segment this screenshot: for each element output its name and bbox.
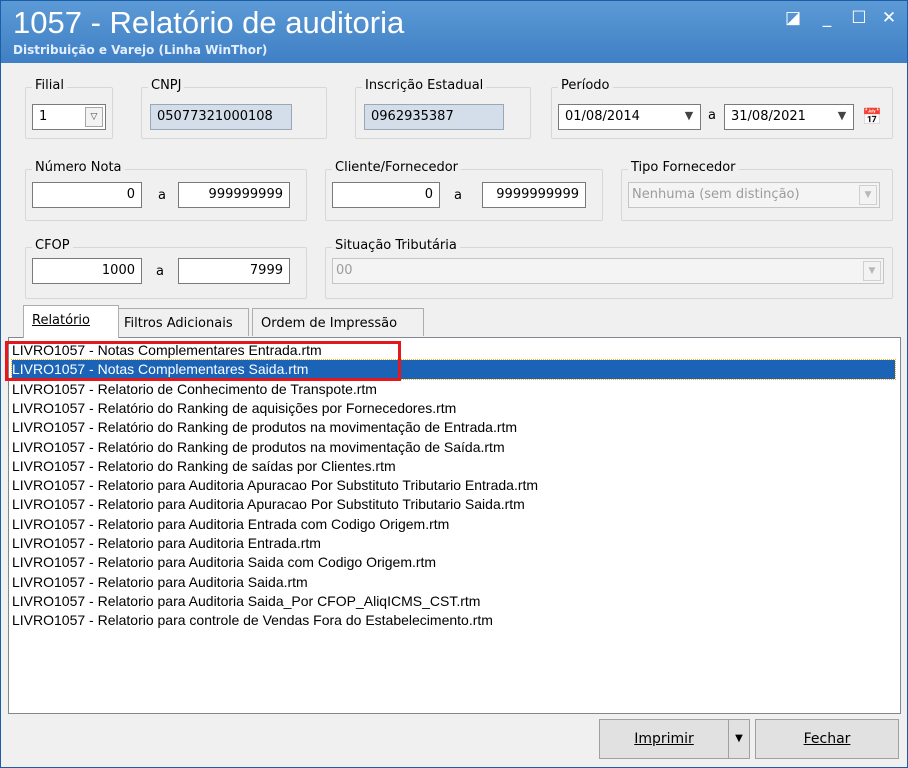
cfop-to[interactable]: 7999 (178, 258, 290, 284)
tab-relatorio-label: Relatório (32, 313, 90, 328)
cnpj-group: CNPJ 05077321000108 (141, 78, 327, 139)
periodo-end-value: 31/08/2021 (731, 109, 806, 124)
numero-nota-sep: a (158, 188, 166, 203)
filial-label: Filial (32, 78, 67, 93)
tab-filtros-label: Filtros Adicionais (124, 316, 233, 331)
tab-relatorio[interactable]: Relatório (23, 305, 119, 338)
close-button[interactable]: ✕ (877, 7, 901, 29)
report-list-item[interactable]: LIVRO1057 - Relatorio para Auditoria Apu… (12, 476, 538, 495)
periodo-sep: a (708, 108, 716, 123)
cnpj-field[interactable]: 05077321000108 (150, 104, 292, 130)
numero-nota-from[interactable]: 0 (32, 182, 142, 208)
chevron-down-icon[interactable]: ▼ (680, 107, 698, 127)
inscricao-group: Inscrição Estadual 0962935387 (355, 78, 531, 139)
tipo-fornecedor-label: Tipo Fornecedor (628, 160, 739, 175)
tipo-fornecedor-group: Tipo Fornecedor Nenhuma (sem distinção) … (621, 160, 893, 221)
imprimir-button[interactable]: Imprimir (599, 719, 729, 759)
filial-value: 1 (39, 109, 48, 124)
chevron-down-icon[interactable]: ▽ (85, 107, 103, 127)
situacao-tributaria-select[interactable]: 00 ▼ (332, 258, 884, 284)
situacao-tributaria-value: 00 (336, 263, 353, 278)
periodo-end-field[interactable]: 31/08/2021 ▼ (724, 104, 854, 130)
chevron-down-icon[interactable]: ▼ (859, 185, 877, 205)
report-list-item[interactable]: LIVRO1057 - Relatorio do Ranking de saíd… (12, 457, 396, 476)
tipo-fornecedor-value: Nenhuma (sem distinção) (632, 187, 800, 202)
tab-ordem-label: Ordem de Impressão (261, 316, 398, 331)
numero-nota-to[interactable]: 999999999 (178, 182, 290, 208)
report-list-item[interactable]: LIVRO1057 - Relatorio para controle de V… (12, 611, 493, 630)
numero-nota-group: Número Nota 0 a 999999999 (25, 160, 307, 221)
numero-nota-label: Número Nota (32, 160, 125, 175)
inscricao-label: Inscrição Estadual (362, 78, 487, 93)
cnpj-label: CNPJ (148, 78, 185, 93)
window-subtitle: Distribuição e Varejo (Linha WinThor) (13, 43, 268, 57)
title-bar[interactable]: 1057 - Relatório de auditoria Distribuiç… (1, 1, 907, 63)
inscricao-field[interactable]: 0962935387 (364, 104, 504, 130)
cfop-sep: a (156, 264, 164, 279)
minimize-button[interactable]: _ (815, 7, 839, 29)
restore-icon[interactable]: ◪ (781, 7, 805, 29)
periodo-label: Período (558, 78, 613, 93)
situacao-tributaria-group: Situação Tributária 00 ▼ (325, 238, 893, 299)
imprimir-label: Imprimir (634, 731, 694, 747)
report-listbox[interactable]: LIVRO1057 - Notas Complementares Entrada… (8, 337, 901, 714)
chevron-down-icon[interactable]: ▼ (833, 107, 851, 127)
report-list-item[interactable]: LIVRO1057 - Relatorio para Auditoria Ent… (12, 534, 321, 553)
chevron-down-icon[interactable]: ▼ (863, 261, 881, 281)
situacao-tributaria-label: Situação Tributária (332, 238, 460, 253)
report-list-item[interactable]: LIVRO1057 - Relatorio para Auditoria Sai… (12, 553, 436, 572)
maximize-button[interactable]: ☐ (847, 7, 871, 29)
cliente-fornecedor-sep: a (454, 188, 462, 203)
imprimir-dropdown-button[interactable]: ▼ (728, 719, 750, 759)
cfop-from[interactable]: 1000 (32, 258, 142, 284)
cfop-label: CFOP (32, 238, 73, 253)
cliente-fornecedor-label: Cliente/Fornecedor (332, 160, 462, 175)
tab-ordem-impressao[interactable]: Ordem de Impressão (252, 308, 424, 336)
calendar-icon[interactable]: 📅 (860, 104, 884, 130)
fechar-label: Fechar (803, 731, 851, 747)
tab-filtros-adicionais[interactable]: Filtros Adicionais (115, 308, 249, 336)
window-title: 1057 - Relatório de auditoria (13, 5, 405, 40)
cliente-fornecedor-from[interactable]: 0 (332, 182, 440, 208)
filial-select[interactable]: 1 ▽ (32, 104, 106, 130)
cliente-fornecedor-to[interactable]: 9999999999 (482, 182, 586, 208)
cfop-group: CFOP 1000 a 7999 (25, 238, 307, 299)
report-list-item[interactable]: LIVRO1057 - Relatorio para Auditoria Sai… (12, 592, 480, 611)
tipo-fornecedor-select[interactable]: Nenhuma (sem distinção) ▼ (628, 182, 880, 208)
report-list-item[interactable]: LIVRO1057 - Relatorio para Auditoria Apu… (12, 495, 525, 514)
periodo-start-field[interactable]: 01/08/2014 ▼ (558, 104, 701, 130)
report-window: 1057 - Relatório de auditoria Distribuiç… (0, 0, 908, 768)
periodo-group: Período 01/08/2014 ▼ a 31/08/2021 ▼ 📅 (551, 78, 893, 139)
report-list-item[interactable]: LIVRO1057 - Relatório do Ranking de prod… (12, 418, 517, 437)
report-list-item[interactable]: LIVRO1057 - Relatório do Ranking de aqui… (12, 399, 456, 418)
periodo-start-value: 01/08/2014 (565, 109, 640, 124)
filial-group: Filial 1 ▽ (25, 78, 113, 139)
report-list-item[interactable]: LIVRO1057 - Relatorio para Auditoria Ent… (12, 515, 449, 534)
cliente-fornecedor-group: Cliente/Fornecedor 0 a 9999999999 (325, 160, 603, 221)
fechar-button[interactable]: Fechar (755, 719, 899, 759)
report-list-item[interactable]: LIVRO1057 - Relatório do Ranking de prod… (12, 438, 505, 457)
report-list-item[interactable]: LIVRO1057 - Relatorio para Auditoria Sai… (12, 573, 308, 592)
report-list-item[interactable]: LIVRO1057 - Relatorio de Conhecimento de… (12, 380, 377, 399)
annotation-highlight-box (5, 341, 401, 381)
